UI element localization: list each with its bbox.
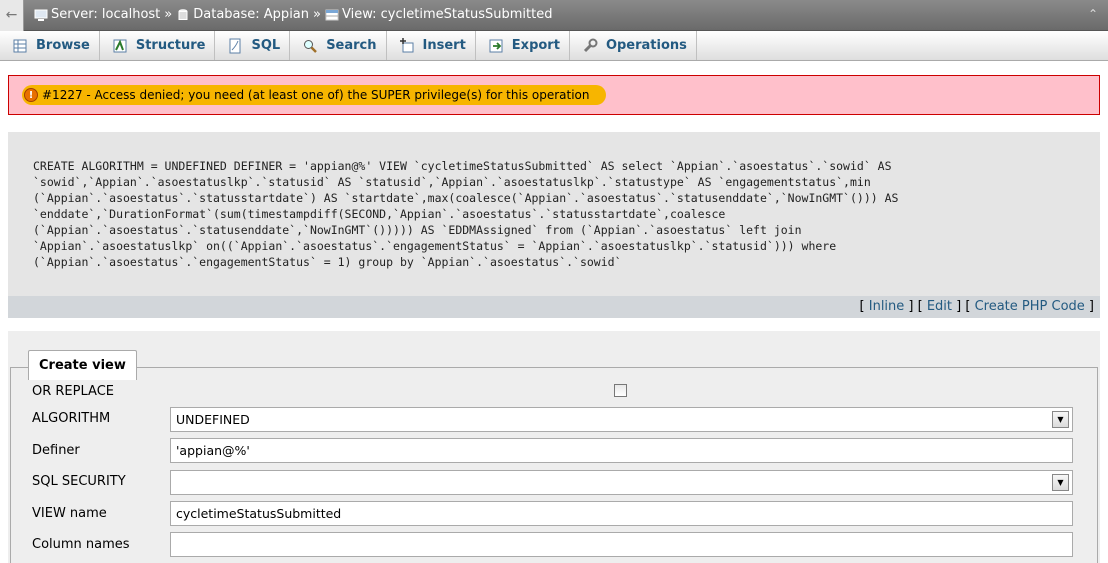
- operations-icon: [583, 38, 598, 52]
- collapse-icon[interactable]: ⌃: [1086, 6, 1100, 22]
- tab-search[interactable]: Search: [290, 31, 387, 60]
- definer-value: 'appian@%': [176, 443, 250, 458]
- tab-browse[interactable]: Browse: [0, 31, 100, 60]
- column-names-input[interactable]: [170, 532, 1073, 557]
- breadcrumb-separator: »: [164, 7, 173, 22]
- column-names-label: Column names: [32, 537, 130, 552]
- tab-sql-label[interactable]: SQL: [251, 38, 280, 53]
- top-breadcrumb-bar: ← Server: localhost » Database: Appian »…: [0, 0, 1108, 31]
- tab-bar: Browse Structure SQL Search Insert Expor…: [0, 31, 1108, 61]
- view-name-label: VIEW name: [32, 506, 107, 521]
- inline-link[interactable]: Inline: [869, 299, 905, 314]
- view-name-value: cycletimeStatusSubmitted: [176, 506, 342, 521]
- structure-icon: [113, 39, 127, 52]
- sql-links-bar: [ Inline ] [ Edit ] [ Create PHP Code ]: [8, 296, 1100, 318]
- algorithm-label: ALGORITHM: [32, 411, 111, 426]
- error-message: ! #1227 - Access denied; you need (at le…: [8, 75, 1100, 115]
- error-highlight: ! #1227 - Access denied; you need (at le…: [22, 85, 606, 105]
- view-table-icon: [325, 9, 339, 20]
- breadcrumb-database-label[interactable]: Database: Appian: [193, 7, 309, 22]
- breadcrumb-view-label[interactable]: View: cycletimeStatusSubmitted: [342, 7, 553, 22]
- algorithm-select[interactable]: UNDEFINED ▼: [170, 407, 1073, 432]
- tab-export[interactable]: Export: [476, 31, 570, 60]
- edit-link[interactable]: Edit: [927, 299, 952, 314]
- tab-search-label[interactable]: Search: [326, 38, 376, 53]
- create-view-form: Create view OR REPLACE ALGORITHM UNDEFIN…: [8, 331, 1100, 563]
- sql-line: `sowid`,`Appian`.`asoestatuslkp`.`status…: [33, 175, 871, 189]
- or-replace-label: OR REPLACE: [32, 384, 114, 399]
- breadcrumb-separator: »: [313, 7, 321, 22]
- sql-line: `enddate`,`DurationFormat`(sum(timestamp…: [33, 207, 726, 221]
- dropdown-arrow-icon[interactable]: ▼: [1052, 474, 1069, 491]
- breadcrumb-view[interactable]: View: cycletimeStatusSubmitted: [325, 7, 553, 22]
- breadcrumb-server[interactable]: Server: localhost: [34, 7, 160, 22]
- or-replace-checkbox[interactable]: [614, 384, 627, 397]
- sql-line: CREATE ALGORITHM = UNDEFINED DEFINER = '…: [33, 159, 892, 173]
- definer-input[interactable]: 'appian@%': [170, 438, 1073, 463]
- tab-browse-label[interactable]: Browse: [36, 38, 90, 53]
- sql-security-label: SQL SECURITY: [32, 474, 126, 489]
- breadcrumb: Server: localhost » Database: Appian » V…: [34, 7, 553, 22]
- create-php-link[interactable]: Create PHP Code: [975, 299, 1085, 314]
- dropdown-arrow-icon[interactable]: ▼: [1052, 411, 1069, 428]
- back-arrow-icon[interactable]: ←: [0, 0, 24, 31]
- browse-icon: [13, 39, 27, 52]
- tab-export-label[interactable]: Export: [512, 38, 560, 53]
- breadcrumb-server-label[interactable]: Server: localhost: [51, 7, 160, 22]
- insert-icon: [399, 37, 414, 52]
- error-icon: !: [24, 88, 38, 102]
- create-view-legend: Create view: [28, 350, 137, 380]
- search-icon: [304, 39, 318, 53]
- algorithm-value: UNDEFINED: [176, 412, 250, 427]
- sql-code: CREATE ALGORITHM = UNDEFINED DEFINER = '…: [33, 158, 1090, 270]
- sql-query-box: CREATE ALGORITHM = UNDEFINED DEFINER = '…: [8, 132, 1100, 296]
- sql-line: (`Appian`.`asoestatus`.`statusstartdate`…: [33, 191, 899, 205]
- sql-line: (`Appian`.`asoestatus`.`statusenddate`,`…: [33, 223, 802, 237]
- tab-insert[interactable]: Insert: [387, 31, 476, 60]
- definer-label: Definer: [32, 443, 80, 458]
- view-name-input[interactable]: cycletimeStatusSubmitted: [170, 501, 1073, 526]
- sql-line: `Appian`.`asoestatuslkp` on((`Appian`.`a…: [33, 239, 837, 253]
- breadcrumb-database[interactable]: Database: Appian: [176, 7, 309, 22]
- sql-security-select[interactable]: ▼: [170, 470, 1073, 495]
- tab-operations-label[interactable]: Operations: [606, 38, 687, 53]
- export-icon: [489, 39, 503, 52]
- tab-operations[interactable]: Operations: [570, 31, 697, 60]
- error-text: #1227 - Access denied; you need (at leas…: [42, 88, 590, 102]
- server-icon: [34, 9, 48, 21]
- tab-structure-label[interactable]: Structure: [136, 38, 206, 53]
- sql-line: (`Appian`.`asoestatus`.`engagementStatus…: [33, 255, 622, 269]
- tab-structure[interactable]: Structure: [100, 31, 216, 60]
- tab-sql[interactable]: SQL: [215, 31, 291, 60]
- sql-icon: [229, 38, 241, 53]
- database-icon: [178, 8, 188, 20]
- tab-insert-label[interactable]: Insert: [423, 38, 466, 53]
